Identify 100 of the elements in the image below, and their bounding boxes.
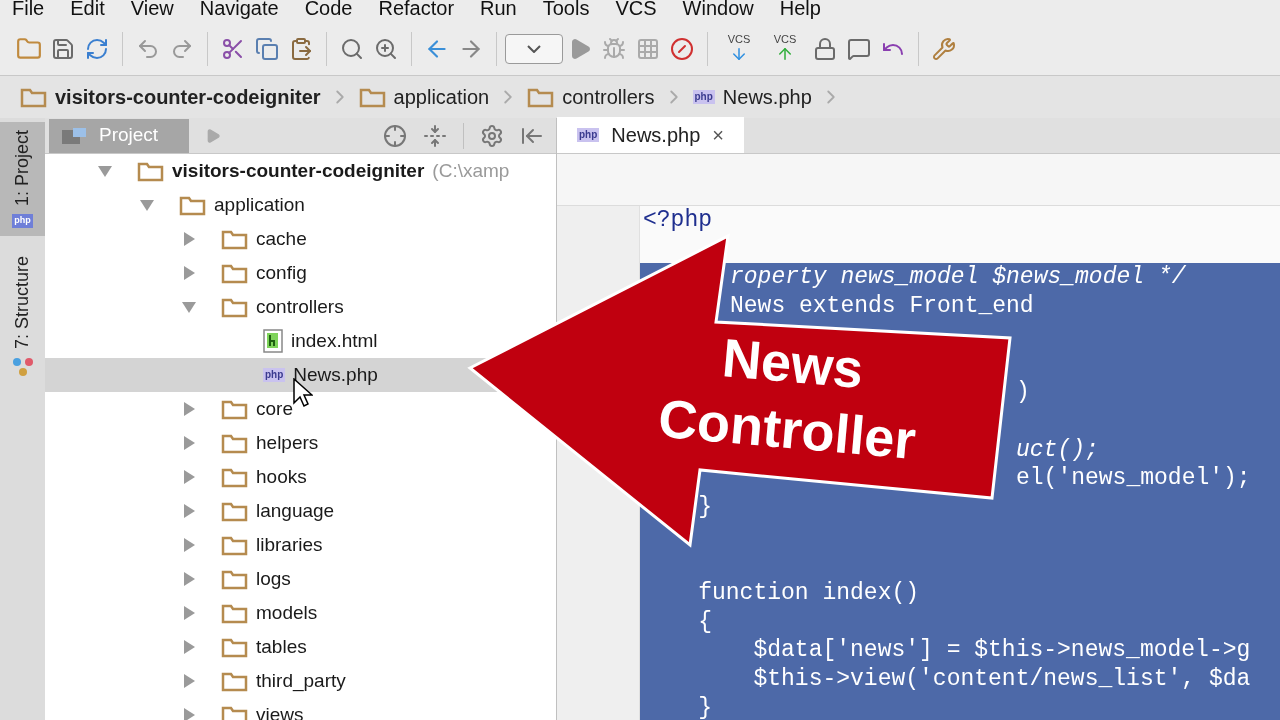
tree-row[interactable]: application	[45, 188, 313, 222]
tree-row[interactable]: logs	[45, 562, 299, 596]
arrow-down-icon	[730, 45, 748, 63]
tree-item-label: cache	[256, 226, 307, 251]
menu-item[interactable]: Navigate	[199, 0, 279, 18]
tree-row[interactable]: hooks	[45, 460, 315, 494]
tree-row[interactable]: third_party	[45, 664, 354, 698]
code-line: $this->view('content/news_list', $da	[752, 666, 1251, 692]
tree-item-label: libraries	[256, 532, 323, 557]
expand-triangle-icon[interactable]	[181, 673, 197, 689]
php-file-icon: php	[263, 368, 286, 382]
tree-item-label: config	[256, 260, 307, 285]
code-line: roperty news_model $news_model */	[730, 264, 1186, 291]
menu-item[interactable]: Edit	[70, 0, 105, 18]
collapse-all-icon[interactable]	[423, 123, 447, 148]
side-tab-label: 7: Structure	[11, 255, 33, 349]
folder-icon	[221, 602, 248, 624]
tree-row[interactable]: libraries	[45, 528, 331, 562]
vcs-button[interactable]: VCS	[762, 28, 808, 69]
tree-item-label: tables	[256, 634, 307, 659]
code-line: News extends Front_end	[730, 293, 1034, 320]
side-tab[interactable]: 1: Project php	[0, 122, 45, 236]
close-tab-button[interactable]: ×	[712, 120, 724, 150]
editor-tab[interactable]: php News.php ×	[557, 117, 744, 153]
side-tab[interactable]: 7: Structure	[0, 247, 45, 385]
folder-icon	[221, 228, 248, 250]
menu-item[interactable]: Help	[779, 0, 821, 18]
folder-icon	[221, 262, 248, 284]
tree-row[interactable]: config	[45, 256, 315, 290]
tree-item-label: application	[214, 192, 305, 217]
tree-row[interactable]: cache	[45, 222, 315, 256]
settings-icon[interactable]	[480, 123, 504, 148]
folder-icon	[221, 670, 248, 692]
tree-item-label: core	[256, 396, 293, 421]
tree-item-label: controllers	[256, 294, 344, 319]
editor-tab-label: News.php	[611, 123, 701, 148]
menu-item[interactable]: Code	[304, 0, 353, 18]
menu-item[interactable]: View	[130, 0, 174, 18]
tree-item-label: third_party	[256, 668, 346, 694]
locate-icon[interactable]	[383, 123, 407, 148]
expand-triangle-icon[interactable]	[181, 401, 197, 417]
folder-icon	[221, 398, 248, 420]
tree-item-label: visitors-counter-codeigniter	[172, 158, 425, 183]
expand-triangle-icon[interactable]	[181, 503, 197, 519]
expand-triangle-icon[interactable]	[181, 231, 197, 247]
collapse-triangle-icon[interactable]	[97, 163, 113, 179]
folder-icon	[179, 194, 206, 216]
vcs-button[interactable]: VCS	[716, 28, 762, 69]
run-config-dropdown[interactable]	[505, 33, 563, 64]
expand-triangle-icon[interactable]	[181, 639, 197, 655]
folder-icon	[221, 296, 248, 318]
folder-icon	[527, 86, 555, 108]
menu-item[interactable]: Refactor	[378, 0, 455, 18]
code-line: {	[697, 608, 712, 635]
folder-icon	[358, 86, 386, 108]
menu-item[interactable]: VCS	[615, 0, 657, 18]
expand-triangle-icon[interactable]	[181, 537, 197, 553]
folder-icon	[221, 704, 248, 720]
folder-icon	[221, 466, 248, 488]
expand-triangle-icon[interactable]	[181, 265, 197, 281]
chevron-down-icon	[527, 44, 541, 53]
tree-item-label: News.php	[293, 362, 378, 387]
breadcrumb[interactable]: controllers	[562, 82, 655, 112]
tree-row[interactable]: index.html	[45, 324, 386, 358]
tree-row[interactable]: models	[45, 596, 326, 630]
folder-icon	[221, 500, 248, 522]
expand-triangle-icon[interactable]	[181, 435, 197, 451]
window-icon	[61, 126, 87, 145]
play-triangle-icon[interactable]	[205, 127, 221, 144]
expand-triangle-icon[interactable]	[181, 469, 197, 485]
folder-icon	[20, 86, 47, 108]
tree-row[interactable]: tables	[45, 630, 315, 664]
menu-item[interactable]: Run	[480, 0, 517, 18]
folder-icon	[137, 160, 164, 182]
expand-triangle-icon[interactable]	[181, 707, 197, 720]
folder-icon	[221, 568, 248, 590]
tree-row[interactable]: core	[45, 392, 301, 426]
expand-triangle-icon[interactable]	[181, 605, 197, 621]
folder-icon	[221, 534, 248, 556]
breadcrumb[interactable]: visitors-counter-codeigniter	[55, 82, 321, 112]
collapse-triangle-icon[interactable]	[139, 197, 155, 213]
collapse-triangle-icon[interactable]	[181, 299, 197, 315]
menu-item[interactable]: Window	[682, 0, 754, 18]
html-file-icon	[263, 329, 283, 353]
tree-row[interactable]: language	[45, 494, 343, 528]
expand-triangle-icon[interactable]	[181, 571, 197, 587]
tree-row[interactable]: helpers	[45, 426, 327, 460]
menu-item[interactable]: Tools	[542, 0, 590, 18]
breadcrumb[interactable]: News.php	[722, 82, 812, 112]
php-icon: php	[12, 214, 33, 228]
folder-icon	[221, 636, 248, 658]
breadcrumb[interactable]: application	[393, 82, 490, 112]
tree-row[interactable]: visitors-counter-codeigniter (C:\xamp	[45, 154, 518, 188]
tree-row[interactable]: controllers	[45, 290, 352, 324]
php-file-icon: php	[692, 90, 715, 104]
tree-item-label: helpers	[256, 430, 319, 455]
code-line: el('news_model');	[1016, 465, 1251, 492]
tree-row[interactable]: views	[45, 698, 312, 720]
folder-icon	[221, 432, 248, 454]
menu-item[interactable]: File	[12, 0, 45, 18]
